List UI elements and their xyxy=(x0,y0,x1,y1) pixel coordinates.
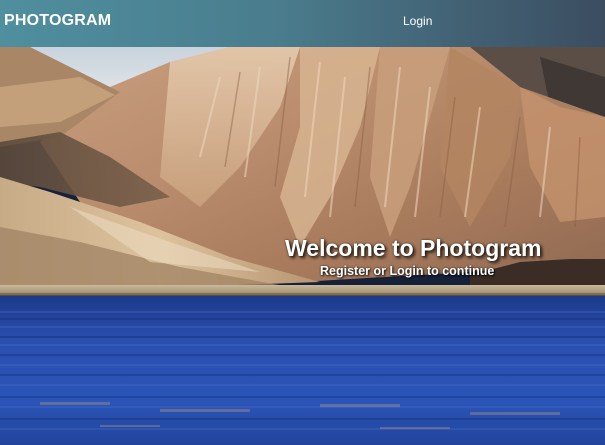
login-link[interactable]: Login xyxy=(403,14,432,28)
hero-section: Welcome to Photogram Register or Login t… xyxy=(0,47,605,445)
page: PHOTOGRAM Login Welcome to Photogram Reg… xyxy=(0,0,605,445)
hero-background-image xyxy=(0,47,605,445)
navbar: PHOTOGRAM Login xyxy=(0,0,605,47)
brand-logo-link[interactable]: PHOTOGRAM xyxy=(4,12,111,30)
